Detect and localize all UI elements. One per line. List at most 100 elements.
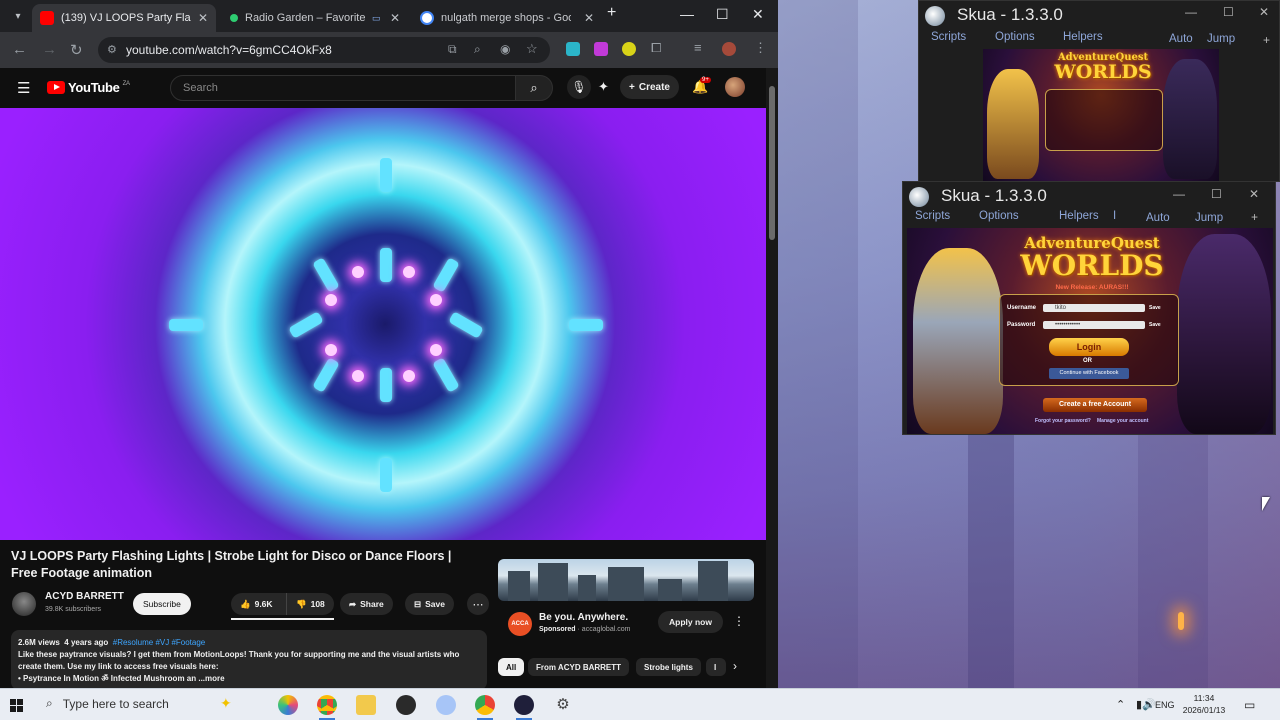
settings-gear-icon[interactable]: ⚙	[553, 695, 573, 715]
channel-name[interactable]: ACYD BARRETT	[45, 591, 124, 602]
chip-from-channel[interactable]: From ACYD BARRETT	[528, 658, 630, 676]
tab-youtube[interactable]: (139) VJ LOOPS Party Flashing L ✕	[32, 4, 216, 32]
menu-jump[interactable]: Jump	[1195, 212, 1223, 224]
notifications-icon[interactable]: ▭	[1244, 698, 1255, 712]
subscribe-button[interactable]: Subscribe	[133, 593, 191, 615]
media-controls-icon[interactable]: ≡	[694, 40, 702, 55]
skua-app-icon[interactable]	[514, 695, 534, 715]
chevron-right-icon[interactable]: ›	[733, 659, 737, 673]
description-box[interactable]: 2.6M views 4 years ago #Resolume #VJ #Fo…	[11, 630, 487, 688]
maximize-icon[interactable]: ☐	[1211, 187, 1222, 201]
menu-scripts[interactable]: Scripts	[915, 210, 950, 222]
app-icon[interactable]	[436, 695, 456, 715]
account-avatar[interactable]	[725, 77, 745, 97]
ad-menu-icon[interactable]: ⋮	[733, 614, 745, 628]
zoom-icon[interactable]: ⌕	[474, 42, 481, 57]
save-username-checkbox[interactable]: Save	[1149, 305, 1161, 311]
windows-start-icon[interactable]	[10, 699, 23, 712]
tab-radio-garden[interactable]: Radio Garden – Favorites ▭ ✕	[222, 4, 408, 32]
create-button[interactable]: + Create	[620, 75, 679, 99]
gemini-icon[interactable]: ✦	[598, 79, 609, 95]
chip-more[interactable]: I	[706, 658, 726, 676]
share-button[interactable]: ➦ Share	[340, 593, 393, 615]
channel-avatar[interactable]	[12, 592, 36, 616]
maximize-icon[interactable]: ☐	[1223, 5, 1234, 19]
menu-truncated[interactable]: I	[1113, 210, 1116, 222]
close-tab-icon[interactable]: ✕	[390, 11, 400, 25]
more-actions-button[interactable]: ⋯	[467, 593, 489, 615]
tray-overflow-icon[interactable]: ⌃	[1116, 698, 1125, 711]
create-account-button[interactable]: Create a free Account	[1043, 398, 1147, 412]
game-view[interactable]: AdventureQuest WORLDS New Release: AURAS…	[907, 228, 1273, 434]
save-password-checkbox[interactable]: Save	[1149, 322, 1161, 328]
like-button[interactable]: 👍 9.6K	[231, 593, 286, 615]
extensions-puzzle-icon[interactable]: ⧠	[651, 40, 661, 56]
maximize-icon[interactable]: ☐	[716, 6, 729, 23]
minimize-icon[interactable]: —	[1173, 187, 1185, 201]
youtube-logo[interactable]: YouTube ZA	[47, 80, 130, 95]
chip-strobe-lights[interactable]: Strobe lights	[636, 658, 701, 676]
reload-icon[interactable]: ↻	[70, 41, 83, 59]
close-window-icon[interactable]: ✕	[752, 6, 764, 23]
skua-window-2[interactable]: Skua - 1.3.3.0 — ☐ ✕ Scripts Options Hel…	[902, 181, 1276, 435]
add-icon[interactable]: +	[1251, 210, 1258, 224]
extension-3-icon[interactable]	[622, 42, 636, 56]
address-bar[interactable]: ⚙ youtube.com/watch?v=6gmCC4OkFx8 ⧉ ⌕ ◉ …	[98, 37, 550, 63]
menu-scripts[interactable]: Scripts	[931, 31, 966, 43]
scrollbar-thumb[interactable]	[769, 86, 775, 240]
menu-kebab-icon[interactable]: ⋮	[754, 40, 767, 56]
tab-search-icon[interactable]: ▾	[8, 6, 28, 26]
username-field[interactable]: tkito	[1043, 304, 1145, 312]
menu-auto[interactable]: Auto	[1146, 212, 1170, 224]
tab-google-search[interactable]: nulgath merge shops - Google S ✕	[412, 4, 602, 32]
extension-2-icon[interactable]	[594, 42, 608, 56]
ad-title[interactable]: Be you. Anywhere.	[539, 612, 628, 623]
search-input[interactable]: Search	[170, 75, 516, 101]
menu-auto[interactable]: Auto	[1169, 33, 1193, 45]
tracking-icon[interactable]: ◉	[500, 42, 510, 56]
chip-all[interactable]: All	[498, 658, 525, 676]
bookmark-star-icon[interactable]: ☆	[526, 41, 538, 57]
hashtags[interactable]: #Resolume #VJ #Footage	[113, 638, 206, 647]
menu-options[interactable]: Options	[995, 31, 1035, 43]
forgot-password-link[interactable]: Forgot your password?	[1035, 418, 1091, 424]
close-tab-icon[interactable]: ✕	[198, 11, 208, 25]
hamburger-menu-icon[interactable]: ☰	[17, 79, 30, 97]
widgets-icon[interactable]: ✦	[220, 695, 232, 712]
save-button[interactable]: ⊟ Save	[405, 593, 454, 615]
menu-jump[interactable]: Jump	[1207, 33, 1235, 45]
apply-now-button[interactable]: Apply now	[658, 611, 723, 633]
menu-helpers[interactable]: Helpers	[1063, 31, 1103, 43]
ad-logo[interactable]: ACCA	[508, 612, 532, 636]
back-icon[interactable]: ←	[12, 41, 27, 58]
chrome-app-icon[interactable]	[475, 695, 495, 715]
skua-window-1[interactable]: Skua - 1.3.3.0 — ☐ ✕ Scripts Options Hel…	[918, 0, 1280, 182]
menu-helpers[interactable]: Helpers	[1059, 210, 1099, 222]
close-icon[interactable]: ✕	[1259, 5, 1269, 19]
file-explorer-icon[interactable]	[356, 695, 376, 715]
page-scrollbar[interactable]	[766, 68, 778, 688]
taskbar-search[interactable]: ⌕ Type here to search	[46, 696, 169, 711]
close-icon[interactable]: ✕	[1249, 187, 1259, 201]
site-info-icon[interactable]: ⚙	[107, 43, 117, 56]
add-icon[interactable]: +	[1263, 33, 1270, 47]
forward-icon[interactable]: →	[42, 41, 57, 58]
description-link[interactable]: • Psytrance In Motion ॐ Infected Mushroo…	[18, 674, 196, 683]
minimize-icon[interactable]: —	[1185, 5, 1197, 19]
close-tab-icon[interactable]: ✕	[584, 11, 594, 25]
facebook-login-button[interactable]: Continue with Facebook	[1049, 368, 1129, 379]
login-button[interactable]: Login	[1049, 338, 1129, 356]
minimize-icon[interactable]: —	[680, 6, 694, 22]
show-more-link[interactable]: ...more	[198, 674, 224, 683]
extension-1-icon[interactable]	[566, 42, 580, 56]
photos-app-icon[interactable]	[278, 695, 298, 715]
menu-options[interactable]: Options	[979, 210, 1019, 222]
install-app-icon[interactable]: ⧉	[448, 42, 457, 57]
new-tab-icon[interactable]: +	[607, 4, 616, 22]
game-view[interactable]: AdventureQuest WORLDS	[983, 49, 1219, 181]
password-field[interactable]: ••••••••••••	[1043, 321, 1145, 329]
chrome-app-icon[interactable]	[317, 695, 337, 715]
volume-icon[interactable]: 🔊	[1142, 698, 1156, 711]
manage-account-link[interactable]: Manage your account	[1097, 418, 1148, 424]
voice-search-button[interactable]: 🎙	[567, 75, 591, 99]
